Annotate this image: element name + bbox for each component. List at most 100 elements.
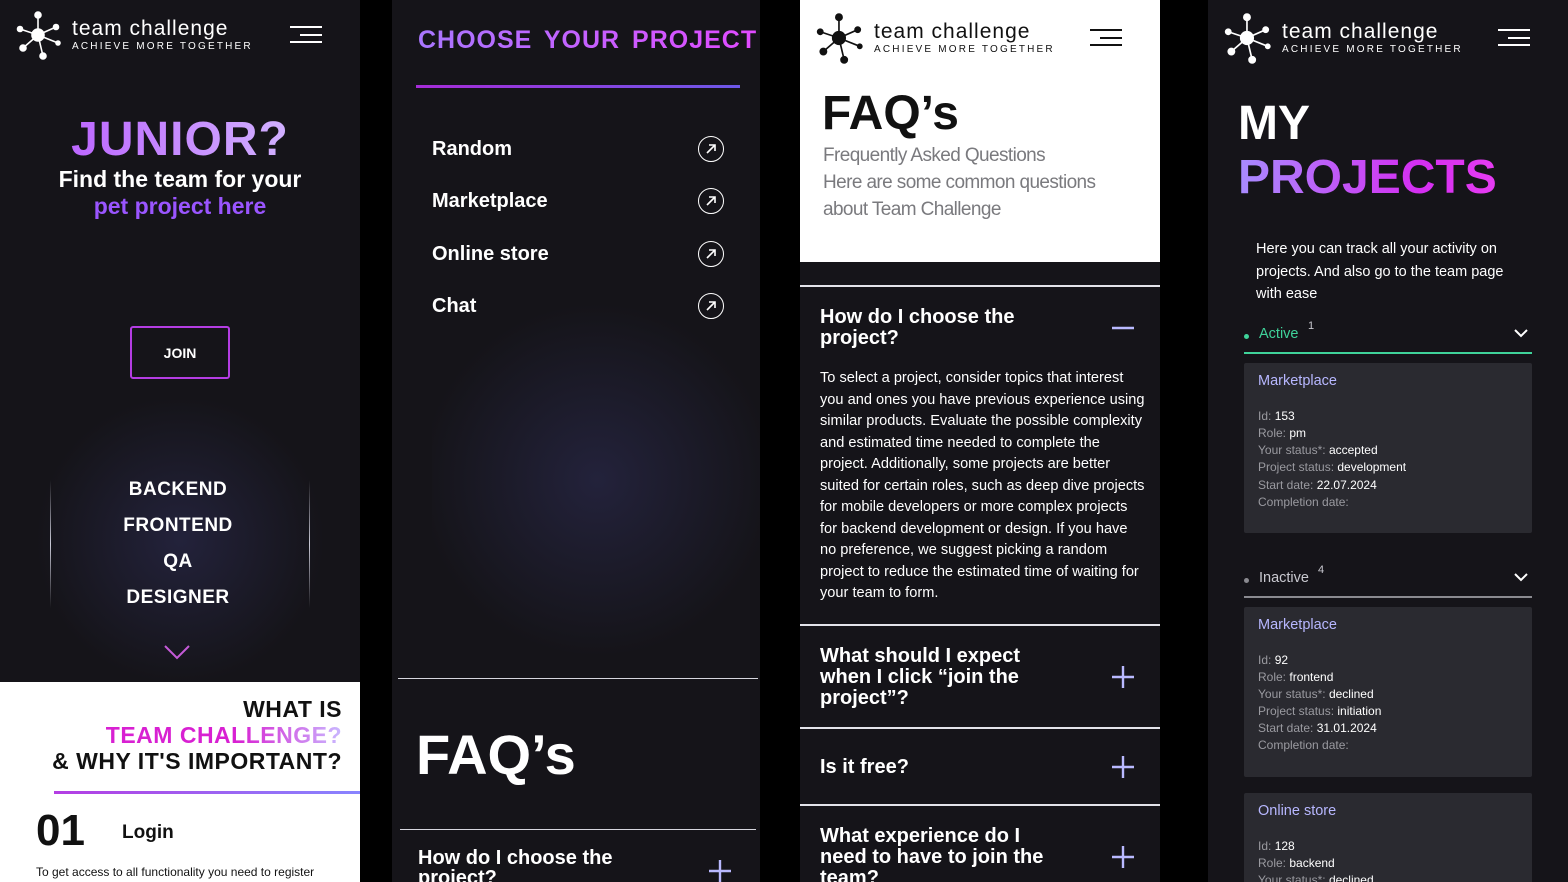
section-divider: [54, 791, 360, 794]
brand-logo[interactable]: team challenge ACHIEVE MORE TOGETHER: [1222, 12, 1463, 64]
background-glow: [432, 290, 760, 670]
page-intro: Here you can track all your activity on …: [1256, 241, 1504, 302]
menu-icon[interactable]: [1090, 29, 1122, 49]
project-card-title[interactable]: Online store: [1258, 803, 1336, 819]
faq-header: team challenge ACHIEVE MORE TOGETHER FAQ…: [800, 0, 1160, 262]
plus-icon[interactable]: [1112, 846, 1134, 868]
faq-subtitle-line: Frequently Asked Questions: [823, 145, 1046, 166]
arrow-up-right-icon: [698, 188, 724, 214]
plus-icon[interactable]: [1112, 756, 1134, 778]
project-card-title[interactable]: Marketplace: [1258, 617, 1337, 633]
project-id-row: Id: 153: [1258, 409, 1295, 423]
faq-question[interactable]: Is it free?: [820, 757, 1060, 778]
brand-tagline: ACHIEVE MORE TOGETHER: [72, 40, 253, 52]
your-status-row: Your status*: declined: [1258, 873, 1374, 882]
start-date-row: Start date: 31.01.2024: [1258, 721, 1377, 735]
faq-answer: To select a project, consider topics tha…: [820, 370, 1145, 601]
faq-title: FAQ’s: [416, 723, 576, 786]
project-item-marketplace[interactable]: Marketplace: [432, 186, 724, 216]
your-status-row: Your status*: accepted: [1258, 443, 1378, 457]
page-title-line2: PROJECTS: [1238, 151, 1497, 204]
step-title: Login: [122, 822, 174, 843]
about-section: WHAT IS TEAM CHALLENGE? & WHY IT'S IMPOR…: [0, 682, 360, 882]
project-card[interactable]: Marketplace Id: 92 Role: frontend Your s…: [1244, 607, 1532, 777]
hero-headline: JUNIOR?: [0, 112, 360, 167]
project-role-row: Role: backend: [1258, 856, 1335, 870]
brand-tagline: ACHIEVE MORE TOGETHER: [1282, 43, 1463, 55]
minus-icon[interactable]: [1112, 326, 1134, 330]
section-count: 1: [1308, 320, 1315, 332]
step-number: 01: [36, 806, 85, 855]
title-underline: [416, 85, 740, 88]
role-designer: DESIGNER: [126, 587, 230, 608]
about-title-brand: TEAM CHALLENGE?: [105, 722, 342, 748]
project-status-row: Project status: initiation: [1258, 704, 1382, 718]
brand-name: team challenge: [72, 16, 229, 40]
arrow-up-right-icon: [698, 293, 724, 319]
arrow-up-right-icon: [698, 241, 724, 267]
project-id-row: Id: 92: [1258, 653, 1289, 667]
project-label: Online store: [432, 242, 549, 265]
project-label: Marketplace: [432, 189, 548, 212]
start-date-row: Start date: 22.07.2024: [1258, 478, 1377, 492]
chevron-down-icon[interactable]: [164, 644, 190, 660]
project-card[interactable]: Marketplace Id: 153 Role: pm Your status…: [1244, 363, 1532, 533]
faq-description: Here are some common questions about Tea…: [823, 172, 1096, 220]
hero-subline: Find the team for your: [58, 166, 302, 192]
brand-logo[interactable]: team challenge ACHIEVE MORE TOGETHER: [14, 10, 253, 60]
active-section-toggle[interactable]: Active 1: [1244, 320, 1532, 354]
arrow-up-right-icon: [698, 136, 724, 162]
faq-question[interactable]: What should I expect when I click “join …: [820, 646, 1060, 709]
about-title-line3: & WHY IT'S IMPORTANT?: [52, 748, 342, 774]
project-card[interactable]: Online store Id: 128 Role: backend Your …: [1244, 793, 1532, 882]
join-button[interactable]: JOIN: [130, 326, 230, 379]
plus-icon[interactable]: [1112, 666, 1134, 688]
faq-title: FAQ’s: [822, 87, 959, 140]
section-label: Active: [1259, 326, 1299, 342]
project-role-row: Role: pm: [1258, 426, 1307, 440]
inactive-section-toggle[interactable]: Inactive 4: [1244, 564, 1532, 598]
section-count: 4: [1318, 564, 1325, 576]
hero-highlight: pet project here: [93, 193, 267, 219]
project-item-online-store[interactable]: Online store: [432, 239, 724, 269]
project-card-title[interactable]: Marketplace: [1258, 373, 1337, 389]
section-underline: [1244, 596, 1532, 598]
divider-line: [400, 829, 756, 830]
completion-date-row: Completion date:: [1258, 738, 1349, 752]
faq-question[interactable]: How do I choose the project?: [820, 307, 1050, 349]
role-qa: QA: [163, 551, 193, 572]
brand-name: team challenge: [1282, 19, 1439, 43]
molecule-logo-icon: [16, 11, 61, 60]
chevron-down-icon: [1514, 573, 1528, 582]
page-title-line1: MY: [1238, 97, 1310, 150]
your-status-row: Your status*: declined: [1258, 687, 1374, 701]
choose-project-screen: CHOOSE YOUR PROJECT Random Marketplace O…: [392, 0, 760, 882]
choose-title: CHOOSE YOUR PROJECT: [418, 26, 758, 54]
home-screen: team challenge ACHIEVE MORE TOGETHER JUN…: [0, 0, 360, 882]
roles-list: BACKEND FRONTEND QA DESIGNER: [0, 472, 356, 616]
project-label: Chat: [432, 294, 477, 317]
project-role-row: Role: frontend: [1258, 670, 1334, 684]
about-title-line1: WHAT IS: [243, 696, 342, 722]
step-text: To get access to all functionality you n…: [36, 865, 315, 879]
brand-tagline: ACHIEVE MORE TOGETHER: [874, 43, 1055, 55]
section-underline: [1244, 352, 1532, 354]
project-status-row: Project status: development: [1258, 460, 1407, 474]
brand-name: team challenge: [874, 19, 1031, 43]
section-label: Inactive: [1259, 570, 1309, 586]
faq-question[interactable]: How do I choose the project?: [418, 848, 648, 882]
plus-icon[interactable]: [709, 860, 731, 882]
molecule-logo-icon: [1224, 13, 1271, 64]
completion-date-row: Completion date:: [1258, 495, 1349, 509]
faq-screen: team challenge ACHIEVE MORE TOGETHER FAQ…: [800, 0, 1160, 882]
faq-question[interactable]: What experience do I need to have to joi…: [820, 826, 1060, 882]
project-label: Random: [432, 137, 512, 160]
status-dot: [1244, 578, 1249, 583]
divider-line: [398, 678, 758, 679]
brand-logo[interactable]: team challenge ACHIEVE MORE TOGETHER: [814, 12, 1055, 64]
project-item-chat[interactable]: Chat: [432, 291, 724, 321]
menu-icon[interactable]: [290, 26, 322, 46]
menu-icon[interactable]: [1498, 29, 1530, 49]
project-item-random[interactable]: Random: [432, 134, 724, 164]
my-projects-screen: team challenge ACHIEVE MORE TOGETHER MY …: [1208, 0, 1568, 882]
